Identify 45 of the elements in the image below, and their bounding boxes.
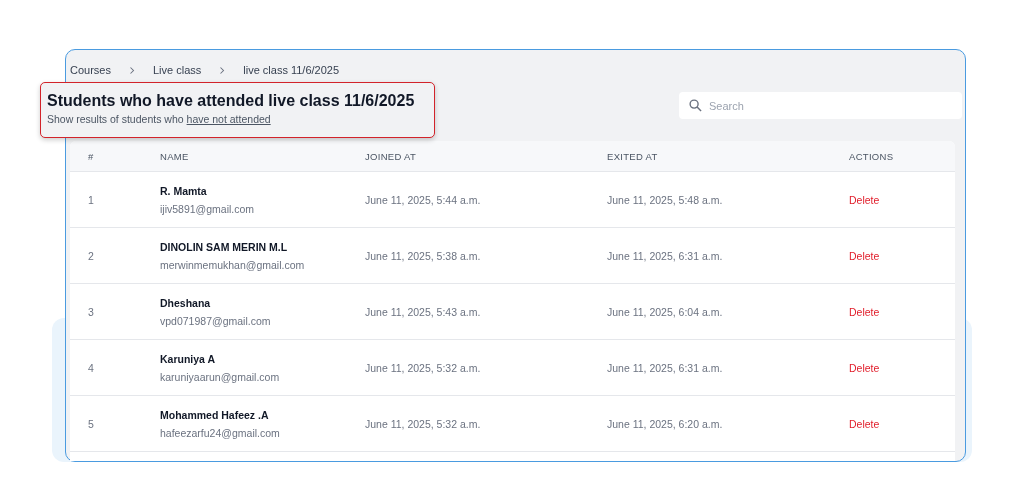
- breadcrumb-link[interactable]: live class 11/6/2025: [243, 64, 340, 76]
- student-name: Mohammed Hafeez .A: [160, 408, 270, 421]
- row-number: 4: [87, 361, 95, 374]
- row-number: 2: [87, 249, 95, 262]
- breadcrumb-link[interactable]: Live class: [152, 64, 202, 76]
- student-email: ijiv5891@gmail.com: [160, 202, 256, 215]
- table-cell-text: June 11, 2025, 6:31 a.m.: [607, 361, 724, 374]
- search-field[interactable]: Search: [679, 92, 962, 119]
- column-header: JOINED AT: [365, 150, 418, 162]
- student-name: DINOLIN SAM MERIN M.L: [160, 240, 289, 253]
- row-number: 1: [87, 193, 95, 206]
- delete-link[interactable]: Delete: [849, 249, 880, 262]
- table-cell-text: June 11, 2025, 5:32 a.m.: [365, 417, 482, 430]
- table-cell-text: June 11, 2025, 6:31 a.m.: [607, 249, 724, 262]
- column-header: EXITED AT: [607, 150, 659, 162]
- search-icon: [689, 99, 702, 112]
- table-cell-text: June 11, 2025, 6:20 a.m.: [607, 417, 724, 430]
- table-cell-text: June 11, 2025, 6:04 a.m.: [607, 305, 724, 318]
- student-email: hafeezarfu24@gmail.com: [160, 426, 281, 439]
- table-cell-text: June 11, 2025, 5:48 a.m.: [607, 193, 724, 206]
- table-cell-text: June 11, 2025, 5:44 a.m.: [365, 193, 482, 206]
- student-email: vpd071987@gmail.com: [160, 314, 272, 327]
- chevron-right-icon: [219, 65, 226, 75]
- delete-link[interactable]: Delete: [849, 305, 880, 318]
- table-cell-text: June 11, 2025, 5:43 a.m.: [365, 305, 482, 318]
- row-number: 3: [87, 305, 95, 318]
- chevron-right-icon: [128, 65, 135, 75]
- table-cell-text: June 11, 2025, 5:32 a.m.: [365, 361, 482, 374]
- delete-link[interactable]: Delete: [849, 417, 880, 430]
- student-name: R. Mamta: [160, 184, 208, 197]
- table-cell-text: June 11, 2025, 5:38 a.m.: [365, 249, 482, 262]
- student-name: Dheshana: [160, 296, 212, 309]
- row-number: 5: [87, 417, 95, 430]
- column-header: ACTIONS: [849, 150, 895, 162]
- page-title: Students who have attended live class 11/6/2025: [47, 92, 416, 110]
- delete-link[interactable]: Delete: [849, 361, 880, 374]
- student-name: Karuniya A: [160, 352, 217, 365]
- column-header: #: [87, 150, 95, 162]
- student-email: karuniyaarun@gmail.com: [160, 370, 281, 383]
- column-header: NAME: [160, 150, 190, 162]
- subtitle-text: Show results of students who: [47, 113, 184, 125]
- student-email: merwinmemukhan@gmail.com: [160, 258, 306, 271]
- delete-link[interactable]: Delete: [849, 193, 880, 206]
- breadcrumb-link[interactable]: Courses: [70, 64, 111, 76]
- not-attended-link[interactable]: have not attended: [186, 113, 271, 125]
